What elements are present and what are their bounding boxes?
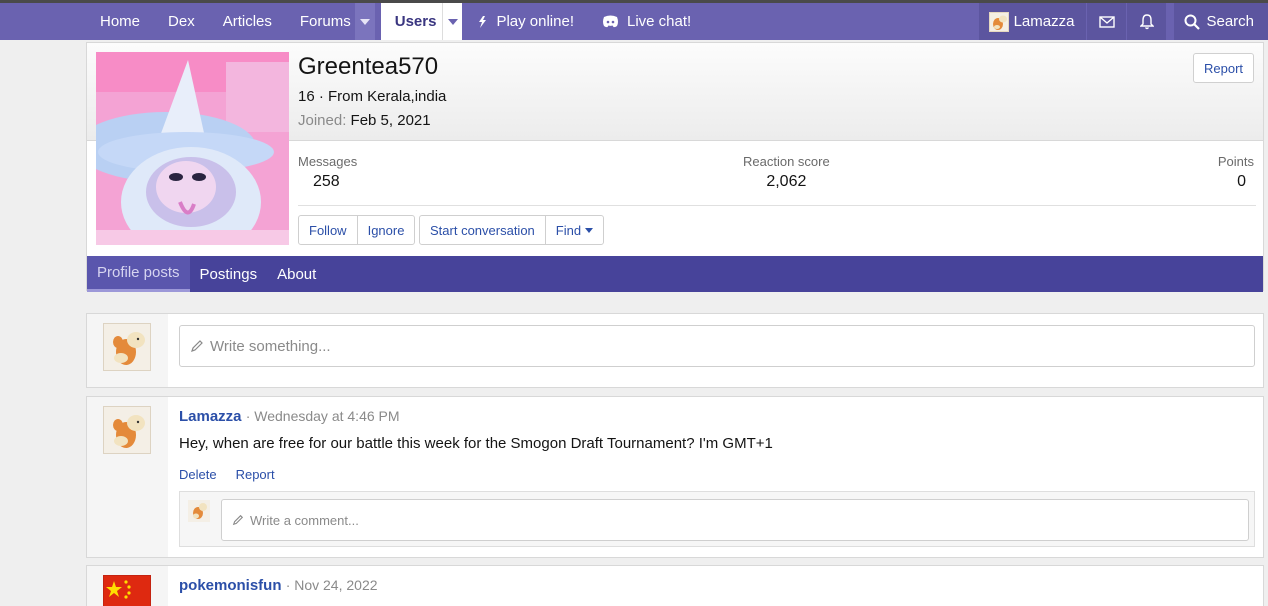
post-timestamp[interactable]: · Wednesday at 4:46 PM <box>246 408 400 424</box>
inbox-button[interactable] <box>1086 3 1127 40</box>
nav-play-online-label: Play online! <box>496 13 574 30</box>
profile-post-composer: Write something... <box>86 313 1264 388</box>
nav-live-chat[interactable]: Live chat! <box>588 3 705 40</box>
nav-forums[interactable]: Forums <box>286 3 355 40</box>
search-icon <box>1184 14 1201 30</box>
report-link[interactable]: Report <box>236 467 275 482</box>
follow-button[interactable]: Follow <box>299 216 358 244</box>
profile-age-location: 16 · From Kerala,india <box>298 88 447 105</box>
divider <box>298 205 1256 206</box>
find-dropdown-button[interactable]: Find <box>546 216 603 244</box>
forums-dropdown-toggle[interactable] <box>354 3 375 40</box>
bell-icon <box>1139 13 1154 29</box>
nav-play-online[interactable]: Play online! <box>462 3 588 40</box>
nav-left: Home Dex Articles Forums Users Play onli… <box>86 3 705 40</box>
nav-home[interactable]: Home <box>86 3 154 40</box>
top-navigation: Home Dex Articles Forums Users Play onli… <box>0 0 1268 40</box>
pencil-icon <box>190 339 204 353</box>
stat-points: Points 0 <box>1218 154 1254 191</box>
post-author-avatar[interactable] <box>103 406 151 454</box>
envelope-icon <box>1099 15 1115 28</box>
user-avatar[interactable] <box>103 323 151 371</box>
chevron-down-icon <box>359 18 370 25</box>
stat-messages-label: Messages <box>298 154 358 169</box>
conversation-find-group: Start conversation Find <box>419 215 605 245</box>
joined-date: Feb 5, 2021 <box>350 112 431 129</box>
report-profile-button[interactable]: Report <box>1193 53 1254 83</box>
stat-reaction-value[interactable]: 2,062 <box>743 173 830 191</box>
user-avatar <box>988 11 1009 32</box>
write-something-placeholder: Write something... <box>210 337 331 355</box>
account-menu[interactable]: Lamazza <box>978 3 1087 40</box>
tab-about[interactable]: About <box>267 256 326 292</box>
stat-messages-value[interactable]: 258 <box>298 173 357 191</box>
ignore-button[interactable]: Ignore <box>358 216 415 244</box>
users-dropdown-toggle[interactable] <box>442 3 463 40</box>
nav-users[interactable]: Users <box>380 3 443 40</box>
profile-username: Greentea570 <box>298 53 439 80</box>
write-comment-placeholder: Write a comment... <box>250 512 359 528</box>
stat-reaction-label: Reaction score <box>743 154 830 169</box>
search-label: Search <box>1206 13 1254 30</box>
write-something-input[interactable]: Write something... <box>179 325 1255 367</box>
follow-ignore-group: Follow Ignore <box>298 215 416 245</box>
post-header: pokemonisfun · Nov 24, 2022 <box>179 577 378 594</box>
post-author-name[interactable]: Lamazza <box>179 408 242 425</box>
search-button[interactable]: Search <box>1174 3 1268 40</box>
joined-label: Joined: <box>298 112 347 129</box>
post-timestamp[interactable]: · Nov 24, 2022 <box>286 577 378 593</box>
pencil-icon <box>232 514 244 526</box>
stat-points-value[interactable]: 0 <box>1218 173 1254 191</box>
chevron-down-icon <box>447 18 458 25</box>
nav-dex[interactable]: Dex <box>154 3 209 40</box>
find-label: Find <box>555 222 582 238</box>
start-conversation-button[interactable]: Start conversation <box>420 216 546 244</box>
chevron-down-icon <box>585 227 594 233</box>
discord-icon <box>602 15 619 28</box>
post-author-avatar[interactable] <box>103 575 151 606</box>
stat-points-label: Points <box>1217 154 1254 169</box>
comment-area: Write a comment... <box>179 491 1255 547</box>
showdown-icon <box>476 15 488 29</box>
post-author-name[interactable]: pokemonisfun <box>179 577 282 594</box>
profile-card: Greentea570 16 · From Kerala,india Joine… <box>86 42 1264 292</box>
tab-postings[interactable]: Postings <box>190 256 268 292</box>
nav-right: Lamazza Search <box>978 3 1268 40</box>
user-avatar <box>188 500 210 522</box>
profile-avatar[interactable] <box>96 52 289 245</box>
nav-live-chat-label: Live chat! <box>627 13 692 30</box>
nav-articles[interactable]: Articles <box>209 3 286 40</box>
write-comment-input[interactable]: Write a comment... <box>221 499 1249 541</box>
profile-post: pokemonisfun · Nov 24, 2022 <box>86 565 1264 606</box>
delete-link[interactable]: Delete <box>179 467 217 482</box>
stat-reaction-score: Reaction score 2,062 <box>743 154 830 191</box>
profile-post: Lamazza · Wednesday at 4:46 PM Hey, when… <box>86 396 1264 558</box>
post-actions: Delete Report <box>179 467 294 482</box>
post-header: Lamazza · Wednesday at 4:46 PM <box>179 408 400 425</box>
post-message: Hey, when are free for our battle this w… <box>179 435 773 452</box>
stat-messages: Messages 258 <box>298 154 357 191</box>
profile-tabs: Profile posts Postings About <box>87 256 1263 292</box>
tab-profile-posts[interactable]: Profile posts <box>87 256 190 292</box>
account-username: Lamazza <box>1013 13 1075 30</box>
profile-joined: Joined: Feb 5, 2021 <box>298 112 431 129</box>
alerts-button[interactable] <box>1126 3 1167 40</box>
